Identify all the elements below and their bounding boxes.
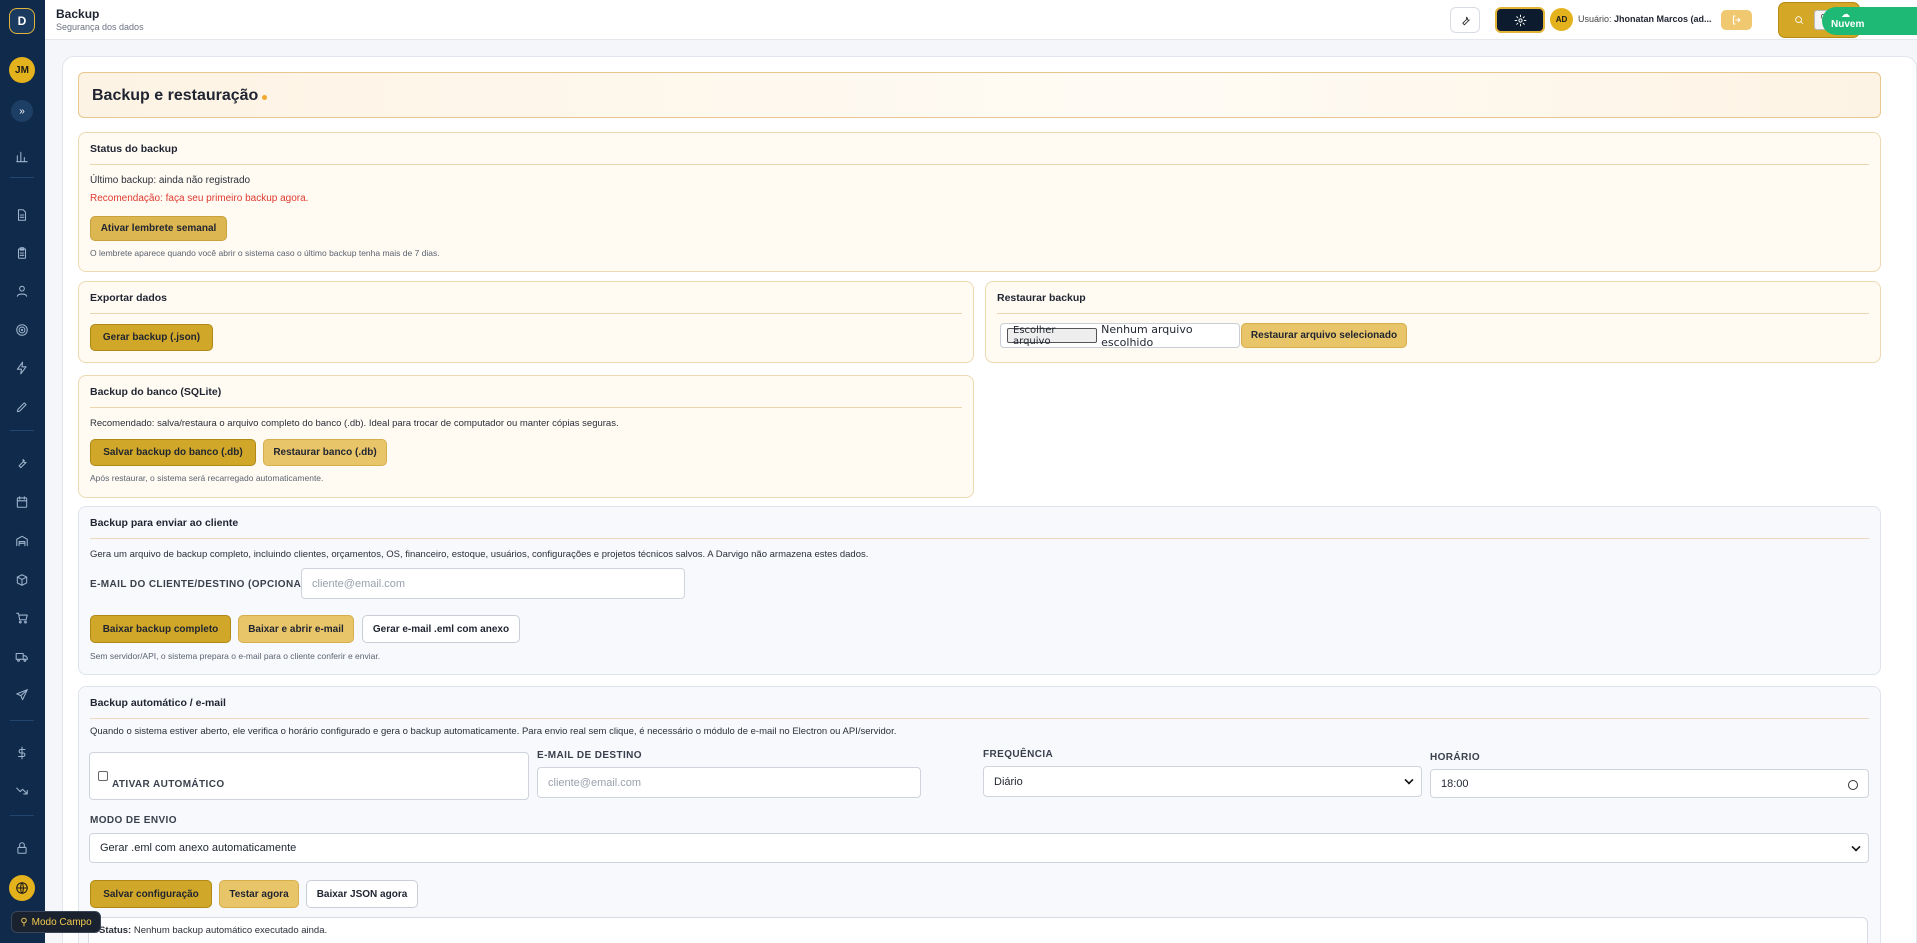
sidebar-divider [10,430,34,431]
page-title: Backup [56,7,100,21]
client-email-input[interactable]: cliente@email.com [301,568,685,599]
dashboard-icon[interactable] [12,147,32,167]
send-icon[interactable] [12,685,32,705]
auto-enable-field[interactable]: ATIVAR AUTOMÁTICO [89,752,529,800]
client-note: Sem servidor/API, o sistema prepara o e-… [90,651,381,661]
user-avatar[interactable]: JM [9,57,35,83]
settings-button[interactable] [1495,7,1545,33]
recommendation-text: Recomendação: faça seu primeiro backup a… [90,193,309,204]
restore-selected-button[interactable]: Restaurar arquivo selecionado [1241,323,1407,348]
wrench-icon[interactable] [12,453,32,473]
status-dot [262,95,267,100]
search-icon [1795,16,1804,25]
expand-sidebar-button[interactable]: » [11,100,33,122]
send-mode-select[interactable]: Gerar .eml com anexo automaticamente [89,833,1869,863]
cloud-sync-button[interactable]: ☁ Nuvem [1822,7,1917,35]
lightning-icon[interactable] [12,358,32,378]
generate-eml-button[interactable]: Gerar e-mail .eml com anexo [362,615,520,643]
divider [90,718,1869,719]
admin-avatar[interactable]: AD [1550,8,1573,31]
download-json-now-button[interactable]: Baixar JSON agora [306,880,418,908]
generate-json-backup-button[interactable]: Gerar backup (.json) [90,324,213,351]
modo-campo-label: Modo Campo [31,916,92,928]
globe-icon[interactable] [9,875,35,901]
file-input[interactable]: Escolher arquivo Nenhum arquivo escolhid… [1000,322,1240,349]
sqlite-title: Backup do banco (SQLite) [90,386,222,398]
auto-description: Quando o sistema estiver aberto, ele ver… [90,726,897,737]
frequency-select[interactable]: Diário [983,766,1422,797]
auto-status-text: Status: Nenhum backup automático executa… [99,925,328,936]
target-icon[interactable] [12,320,32,340]
cart-icon[interactable] [12,608,32,628]
send-mode-label: MODO DE ENVIO [90,815,177,826]
auto-status-box: Status: Nenhum backup automático executa… [88,917,1868,943]
download-open-email-button[interactable]: Baixar e abrir e-mail [238,615,354,643]
time-input[interactable]: 18:00 [1430,769,1869,798]
sidebar-divider [10,815,34,816]
frequency-label: FREQUÊNCIA [983,749,1054,760]
auto-enable-label: ATIVAR AUTOMÁTICO [112,779,225,790]
divider [90,313,962,314]
clipboard-icon[interactable] [12,243,32,263]
gear-icon [1514,14,1526,26]
lock-icon[interactable] [12,838,32,858]
auto-title: Backup automático / e-mail [90,697,226,709]
chevron-down-icon [1404,775,1414,785]
logout-button[interactable] [1721,10,1752,30]
dest-email-label: E-MAIL DE DESTINO [537,750,642,761]
divider [90,538,1869,539]
restore-db-button[interactable]: Restaurar banco (.db) [263,439,387,466]
dest-email-input[interactable]: cliente@email.com [537,767,921,798]
user-info: Usuário: Jhonatan Marcos (ad... [1578,14,1712,24]
divider [90,164,1869,165]
save-db-backup-button[interactable]: Salvar backup do banco (.db) [90,439,256,466]
page-heading: Backup e restauração [92,87,259,104]
sqlite-description: Recomendado: salva/restaura o arquivo co… [90,418,619,429]
pencil-icon[interactable] [12,397,32,417]
time-label: HORÁRIO [1430,752,1481,763]
export-title: Exportar dados [90,292,168,304]
test-now-button[interactable]: Testar agora [219,880,299,908]
restore-title: Restaurar backup [997,292,1086,304]
sqlite-note: Após restaurar, o sistema será recarrega… [90,473,324,483]
modo-campo-button[interactable]: ⚲ Modo Campo [11,911,101,933]
page-header: Backup e restauração [78,72,1881,118]
save-config-button[interactable]: Salvar configuração [90,880,212,908]
export-panel: Exportar dados [78,281,974,363]
document-icon[interactable] [12,205,32,225]
client-title: Backup para enviar ao cliente [90,517,239,529]
calendar-icon[interactable] [12,492,32,512]
tools-button[interactable] [1450,7,1480,33]
wrench-icon [1461,16,1470,25]
logout-icon [1732,15,1741,25]
sidebar-divider [10,177,34,178]
file-status: Nenhum arquivo escolhido [1101,322,1193,349]
box-icon[interactable] [12,570,32,590]
sidebar-divider [10,720,34,721]
client-email-label: E-MAIL DO CLIENTE/DESTINO (OPCIONAL) [90,579,312,590]
user-icon[interactable] [12,281,32,301]
choose-file-button[interactable]: Escolher arquivo [1007,325,1098,347]
clock-icon[interactable] [1848,780,1858,790]
status-title: Status do backup [90,143,178,155]
sidebar: D JM » [0,0,45,943]
truck-icon[interactable] [12,647,32,667]
auto-enable-checkbox[interactable] [98,771,108,781]
weekly-reminder-button[interactable]: Ativar lembrete semanal [90,216,227,241]
chevron-down-icon [1851,842,1861,852]
divider [90,407,962,408]
last-backup-text: Último backup: ainda não registrado [90,175,251,186]
trending-down-icon[interactable] [12,781,32,801]
walk-icon: ⚲ [20,916,28,928]
top-bar: Backup Segurança dos dados AD Usuário: J… [45,0,1917,40]
dollar-icon[interactable] [12,743,32,763]
page-subtitle: Segurança dos dados [56,22,144,32]
divider [997,313,1869,314]
app-logo[interactable]: D [9,8,35,34]
warehouse-icon[interactable] [12,531,32,551]
client-description: Gera um arquivo de backup completo, incl… [90,549,869,560]
reminder-note: O lembrete aparece quando você abrir o s… [90,248,440,258]
download-full-backup-button[interactable]: Baixar backup completo [90,615,231,643]
